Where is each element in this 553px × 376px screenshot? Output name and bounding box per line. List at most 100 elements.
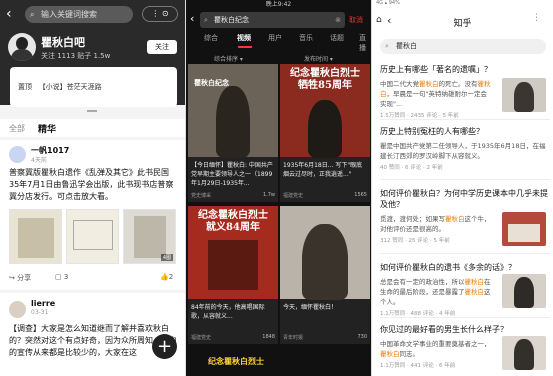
zhihu-search-panel: 4G ▴ 94% ⌂ ‹ 知乎 ⋮ ⌕ 瞿秋白 历史上有哪些「著名的遗嘱」？ 中… (372, 0, 553, 376)
divider (380, 317, 550, 318)
answer-meta: 1.1万赞同 · 488 评论 · 4 年前 (380, 311, 456, 317)
back-arrow-icon[interactable]: ‹ (6, 7, 20, 21)
video-thumbnail (280, 206, 370, 300)
search-value: 瞿秋白纪念 (214, 16, 249, 24)
list-item[interactable]: 如何评价瞿秋白的遗书《多余的话》？ 总是会有一定的政治性，所以瞿秋白在生命的最后… (380, 262, 550, 317)
post-image[interactable] (9, 209, 62, 264)
share-label: 分享 (17, 274, 32, 282)
search-tabs: 综合 视频 用户 音乐 话题 直播 (186, 33, 371, 52)
video-banner: 纪念瞿秋白烈士 (208, 357, 264, 366)
video-overlay-text: 纪念瞿秋白烈士 就义84周年 (198, 210, 268, 233)
sort-filter[interactable]: 综合排序 ▾ (214, 54, 243, 63)
post-image[interactable]: 4图 (123, 209, 176, 264)
post-text: 普察冀版瞿秋白遗作《乱弹及其它》此书民国35年7月1日由鲁迅学会出版，此书现书店… (9, 168, 174, 201)
video-author: 青年时报 (283, 335, 304, 341)
portrait-figure (216, 86, 250, 158)
answer-excerpt: 中国二代大党瞿秋白的死亡。没有瞿秋白，早晨是一句"英特纳雄耐尔一定会实现"... (380, 80, 491, 108)
video-card[interactable]: 纪念瞿秋白烈士 牺牲85周年 1935年6月18日... 写下"眼底烟云过尽时，… (280, 64, 370, 202)
list-item[interactable]: 你见过的最好看的男生长什么样子？ 中国革命文学事业的重要奠基者之一，瞿秋白同志。… (380, 324, 550, 370)
video-thumbnail: 瞿秋白纪念 (188, 64, 278, 158)
divider (380, 119, 550, 120)
search-input[interactable]: ⌕ 输入关键词搜索 (25, 6, 133, 23)
video-likes: 1.7w (262, 192, 275, 198)
post-author: lierre (31, 299, 56, 308)
forum-avatar (8, 33, 36, 61)
tab-topic[interactable]: 话题 (330, 33, 344, 43)
keyword-highlight: 瞿秋白 (464, 278, 485, 286)
answer-meta: 1.5万赞同 · 2435 评论 · 5 年前 (380, 113, 459, 119)
video-overlay-text: 纪念瞿秋白烈士 牺牲85周年 (290, 68, 360, 91)
keyword-highlight: 瞿秋白 (464, 288, 485, 296)
page-title: 知乎 (453, 19, 472, 29)
answer-thumbnail (502, 212, 546, 246)
search-icon: ⌕ (30, 10, 35, 19)
forum-title: 瞿秋白吧 (41, 36, 85, 49)
follow-button[interactable]: 关注 (147, 40, 177, 54)
search-placeholder: 输入关键词搜索 (41, 10, 97, 19)
video-image (208, 240, 258, 290)
search-input[interactable]: ⌕ 瞿秋白纪念 ⊗ (200, 12, 345, 28)
list-item[interactable]: 如何评价瞿秋白？为何中学历史课本中几乎未提及他？ 觅渡，渡何处；如果写瞿秋白这个… (380, 188, 550, 246)
answer-meta: 40 赞同 · 6 评论 · 2 年前 (380, 165, 443, 171)
tab-video[interactable]: 视频 (237, 33, 251, 43)
image-count-badge: 4图 (160, 254, 173, 261)
video-card[interactable]: 今天，缅怀瞿秋白！ 青年时报 730 (280, 206, 370, 344)
pinned-post[interactable]: 置顶 【小说】苍茫天涯路 (10, 67, 177, 107)
share-icon: ↪ (9, 274, 15, 282)
like-count: 2 (168, 273, 174, 281)
back-arrow-icon[interactable]: ‹ (190, 12, 194, 25)
divider (380, 253, 550, 254)
tab-user[interactable]: 用户 (268, 33, 282, 43)
video-caption: 【今日缅怀】瞿秋白: 中国共产党早期主要领导人之一（1899年1月29日-193… (191, 162, 273, 187)
avatar (9, 146, 26, 163)
list-item[interactable]: lierre 03-31 【调查】大家是怎么知道继而了解并喜欢秋白的？突然对这个… (0, 293, 185, 376)
comment-count: 3 (63, 273, 69, 281)
avatar (9, 301, 26, 318)
time-filter[interactable]: 发布时间 ▾ (304, 54, 333, 63)
search-icon: ⌕ (385, 42, 389, 50)
tab-featured[interactable]: 精华 (38, 122, 56, 135)
drag-handle[interactable] (87, 110, 97, 112)
question-title: 历史上特别冤枉的人有哪些？ (380, 127, 484, 136)
question-title: 历史上有哪些「著名的遗嘱」？ (380, 65, 492, 74)
portrait-figure (302, 224, 348, 300)
tab-general[interactable]: 综合 (204, 33, 218, 43)
video-overlay-text: 瞿秋白纪念 (194, 79, 229, 87)
video-card[interactable]: 纪念瞿秋白烈士 就义84周年 84年前的今天，他高唱国际歌，从容就义... 福建… (188, 206, 278, 344)
keyword-highlight: 瞿秋白 (419, 80, 439, 88)
forum-tabs: 全部 精华 (0, 119, 185, 137)
post-time: 03-31 (31, 309, 49, 316)
comment-button[interactable]: ▢ 3 (55, 273, 68, 281)
search-icon: ⌕ (204, 16, 208, 24)
tab-all[interactable]: 全部 (9, 123, 25, 134)
question-title: 如何评价瞿秋白的遗书《多余的话》？ (380, 263, 516, 272)
answer-excerpt: 觅渡，渡何处；如果写瞿秋白这个牛，对他评价还是很高的。 (380, 215, 491, 233)
active-tab-indicator (238, 46, 252, 48)
tab-live[interactable]: 直播 (359, 33, 371, 53)
video-thumbnail: 纪念瞿秋白烈士 牺牲85周年 (280, 64, 370, 158)
video-caption: 今天，缅怀瞿秋白！ (283, 304, 338, 311)
status-bar: 4G ▴ 94% (376, 0, 400, 6)
more-options-icon[interactable]: ⋮ (532, 13, 546, 27)
search-input[interactable]: ⌕ 瞿秋白 (380, 39, 546, 54)
post-image[interactable] (66, 209, 119, 264)
video-likes: 1565 (354, 192, 367, 198)
list-item[interactable]: 历史上特别冤枉的人有哪些？ 瞿是中国共产党第二任领导人，于1935年6月18日，… (380, 126, 550, 171)
video-caption: 84年前的今天，他高唱国际歌，从容就义... (191, 304, 265, 320)
pinned-title: 【小说】苍茫天涯路 (38, 83, 102, 91)
video-caption: 1935年6月18日... 写下"眼底烟云过尽时，正我逍遥..." (283, 162, 363, 178)
cancel-button[interactable]: 取消 (349, 12, 363, 28)
answer-thumbnail (502, 78, 546, 112)
clear-icon[interactable]: ⊗ (335, 12, 341, 28)
new-post-button[interactable]: + (152, 334, 177, 359)
like-button[interactable]: 👍2 (160, 273, 173, 281)
video-card[interactable]: 瞿秋白纪念 【今日缅怀】瞿秋白: 中国共产党早期主要领导人之一（1899年1月2… (188, 64, 278, 202)
portrait-figure (308, 100, 342, 158)
forum-stats: 关注 1113 贴子 1.5w (41, 52, 111, 60)
keyword-highlight: 瞿秋白 (380, 350, 400, 358)
answer-excerpt: 总是会有一定的政治性，所以瞿秋白在生命的最后阶段，还是暴露了瞿秋白这个人。 (380, 278, 491, 306)
more-options-pill[interactable]: ⋮ ⊙ (142, 6, 178, 22)
tab-music[interactable]: 音乐 (299, 33, 313, 43)
list-item[interactable]: 历史上有哪些「著名的遗嘱」？ 中国二代大党瞿秋白的死亡。没有瞿秋白，早晨是一句"… (380, 64, 550, 119)
share-button[interactable]: ↪ 分享 (9, 273, 31, 283)
